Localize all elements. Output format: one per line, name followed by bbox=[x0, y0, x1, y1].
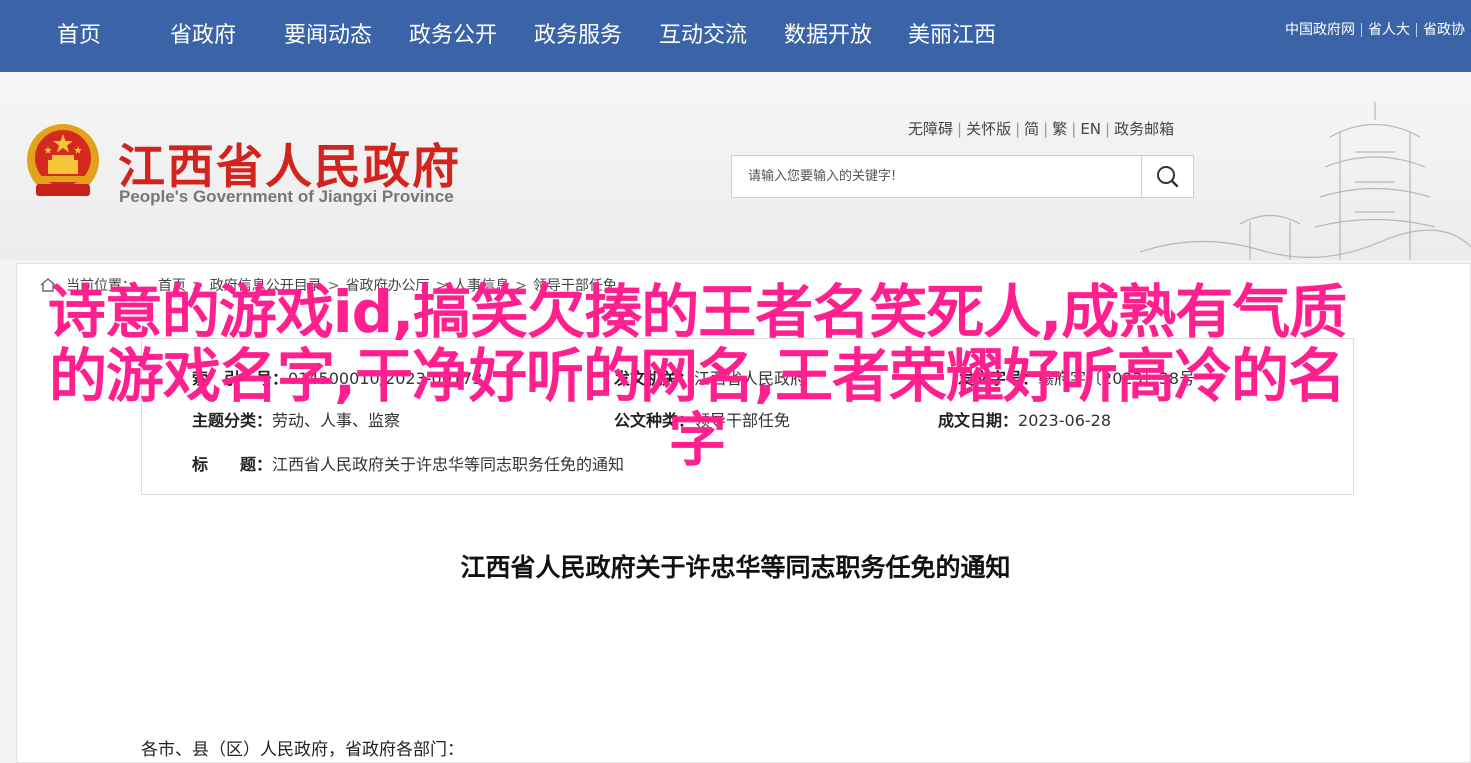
nav-home[interactable]: 首页 bbox=[57, 0, 101, 72]
nav-gov-services[interactable]: 政务服务 bbox=[534, 0, 622, 72]
traditional-link[interactable]: 繁 bbox=[1052, 120, 1067, 138]
search-box bbox=[731, 155, 1194, 198]
nav-open-data[interactable]: 数据开放 bbox=[784, 0, 872, 72]
search-input[interactable] bbox=[732, 156, 1142, 197]
english-link[interactable]: EN bbox=[1080, 120, 1101, 138]
nav-provincial-government[interactable]: 省政府 bbox=[170, 0, 236, 72]
overlay-headline: 诗意的游戏id,搞笑欠揍的王者名笑死人,成熟有气质的游戏名字,干净好听的网名,王… bbox=[47, 278, 1347, 474]
document-title: 江西省人民政府关于许忠华等同志职务任免的通知 bbox=[460, 553, 1011, 582]
nav-news[interactable]: 要闻动态 bbox=[284, 0, 372, 72]
site-header: 江西省人民政府 People's Government of Jiangxi P… bbox=[0, 72, 1471, 260]
utility-links: 无障碍 | 关怀版 | 简 | 繁 | EN | 政务邮箱 bbox=[908, 120, 1175, 138]
external-links: 中国政府网 省人大 省政协 bbox=[1279, 22, 1471, 38]
nav-beautiful-jiangxi[interactable]: 美丽江西 bbox=[908, 0, 996, 72]
top-nav: 首页 省政府 要闻动态 政务公开 政务服务 互动交流 数据开放 美丽江西 中国政… bbox=[0, 0, 1471, 72]
care-mode-link[interactable]: 关怀版 bbox=[966, 120, 1011, 138]
simplified-link[interactable]: 简 bbox=[1024, 120, 1039, 138]
link-china-gov[interactable]: 中国政府网 bbox=[1279, 23, 1362, 37]
pavilion-illustration bbox=[1140, 102, 1471, 260]
accessibility-link[interactable]: 无障碍 bbox=[908, 120, 953, 138]
nav-interaction[interactable]: 互动交流 bbox=[659, 0, 747, 72]
national-emblem-icon bbox=[27, 124, 99, 196]
site-subtitle: People's Government of Jiangxi Province bbox=[119, 187, 454, 206]
link-provincial-congress[interactable]: 省人大 bbox=[1362, 23, 1417, 37]
document-salutation: 各市、县（区）人民政府，省政府各部门： bbox=[141, 740, 464, 760]
nav-gov-affairs-open[interactable]: 政务公开 bbox=[409, 0, 497, 72]
link-provincial-cppcc[interactable]: 省政协 bbox=[1417, 23, 1471, 37]
